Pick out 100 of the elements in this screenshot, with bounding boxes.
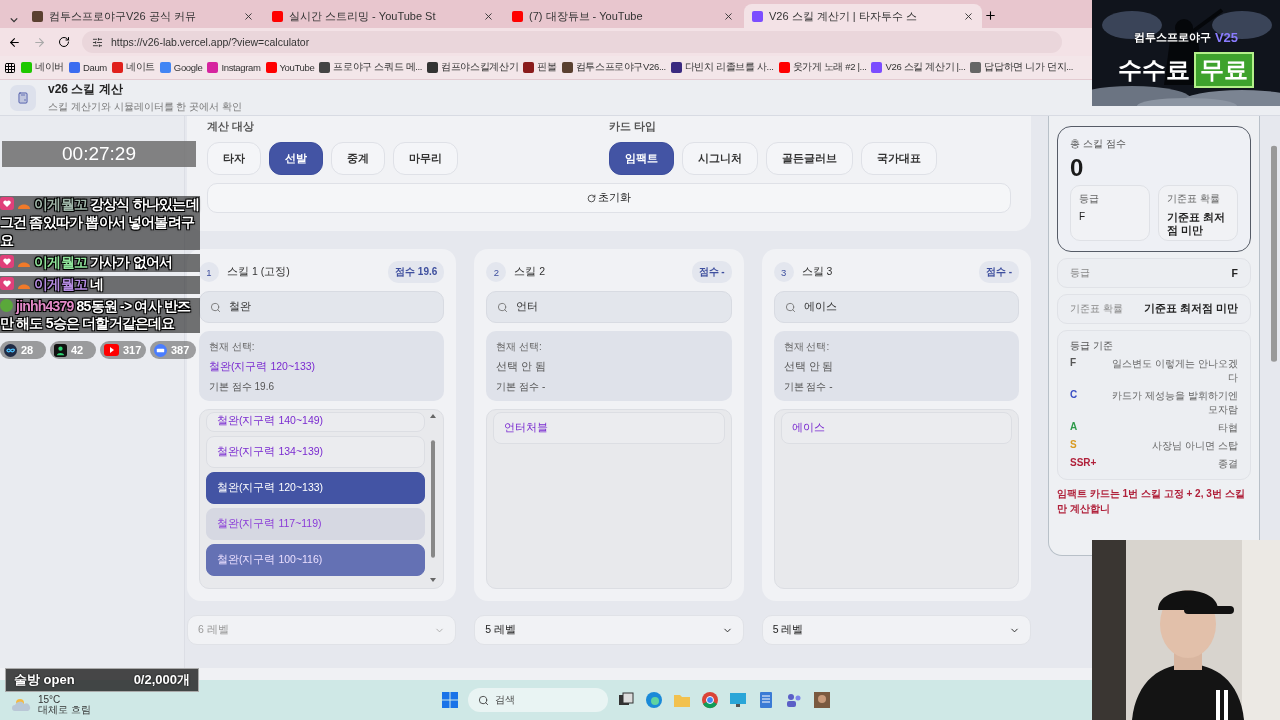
bookmark[interactable]: Instagram bbox=[207, 62, 261, 73]
scrollbar[interactable] bbox=[429, 412, 438, 584]
option-button[interactable]: 골든글러브 bbox=[766, 142, 853, 175]
current-label: 현재 선택: bbox=[496, 340, 543, 354]
start-icon[interactable] bbox=[440, 690, 460, 710]
browser-tab[interactable]: (7) 대장튜브 - YouTube bbox=[504, 4, 742, 28]
bookmark[interactable]: YouTube bbox=[265, 62, 315, 73]
viewer-counter: 317 bbox=[100, 341, 146, 360]
bookmark[interactable]: 컴프야스킬계산기 bbox=[427, 61, 519, 74]
chat-message: 이게뭘꼬 가사가 없어서 bbox=[0, 253, 200, 272]
score-badge: 점수 - bbox=[691, 261, 732, 283]
current-label: 현재 선택: bbox=[209, 340, 256, 354]
bookmark[interactable]: Google bbox=[159, 62, 203, 73]
base-score: 기본 점수 19.6 bbox=[209, 380, 276, 394]
score-badge: 점수 19.6 bbox=[388, 261, 445, 283]
bookmark[interactable]: 핀볼 bbox=[523, 61, 557, 74]
banner-brand: 컴투스프로야구 bbox=[1133, 30, 1211, 45]
reset-button[interactable]: 초기화 bbox=[207, 183, 1011, 213]
stat-value: 기준표 최저점 미만 bbox=[1167, 211, 1226, 237]
option-button[interactable]: 선발 bbox=[269, 142, 323, 175]
grade-description: 카드가 제성능을 발휘하기엔 모자람 bbox=[1111, 389, 1238, 417]
stat-label: 기준표 확률 bbox=[1167, 192, 1221, 206]
back-icon[interactable] bbox=[8, 35, 21, 49]
taskbar-search[interactable]: 검색 bbox=[468, 688, 608, 712]
close-icon[interactable] bbox=[483, 10, 494, 22]
close-icon[interactable] bbox=[963, 10, 974, 22]
site-settings-icon[interactable] bbox=[92, 36, 103, 48]
photo-icon[interactable] bbox=[812, 690, 832, 710]
stat-value: F bbox=[1079, 211, 1087, 223]
base-score: 기본 점수 - bbox=[783, 380, 834, 394]
search-icon bbox=[784, 301, 796, 313]
goal-label: 술방 open bbox=[14, 671, 75, 689]
search-field[interactable]: 철완 bbox=[199, 291, 445, 323]
skill-option[interactable]: 철완(지구력 134~139) bbox=[206, 436, 426, 468]
grade-label: A bbox=[1070, 421, 1078, 434]
search-value: 언터 bbox=[516, 300, 539, 314]
infinity-icon bbox=[4, 343, 17, 357]
search-icon bbox=[210, 301, 221, 313]
banner-badge: 무료 bbox=[1194, 52, 1254, 88]
level-select[interactable]: 5 레벨 bbox=[761, 615, 1031, 645]
chat-icon bbox=[154, 343, 167, 357]
browser-icon[interactable] bbox=[644, 690, 664, 710]
search-field[interactable]: 에이스 bbox=[773, 291, 1019, 323]
skill-title: 스킬 1 (고정) bbox=[227, 265, 291, 279]
option-button[interactable]: 중계 bbox=[331, 142, 385, 175]
bookmark[interactable]: V26 스킬 계산기 |... bbox=[871, 61, 966, 74]
legend-title: 등급 기준 bbox=[1070, 339, 1114, 353]
grade-description: 사장님 아니면 스탑 bbox=[1151, 439, 1238, 453]
bookmark[interactable]: 프로야구 스쿼드 메... bbox=[319, 61, 423, 74]
close-icon[interactable] bbox=[723, 10, 734, 22]
skill-option[interactable]: 철완(지구력 120~133) bbox=[206, 472, 426, 504]
bookmark[interactable]: 컴투스프로야구V26... bbox=[561, 61, 666, 74]
grade-label: F bbox=[1070, 357, 1077, 370]
skill-number: 1 bbox=[199, 262, 219, 282]
grade-description: 타협 bbox=[1217, 421, 1238, 435]
grade-label: SSR+ bbox=[1070, 457, 1097, 470]
bookmark[interactable]: 네이버 bbox=[21, 61, 64, 74]
skill-option[interactable]: 에이스 bbox=[780, 412, 1012, 444]
result-value: F bbox=[1231, 267, 1238, 279]
browser-tab[interactable]: V26 스킬 계산기 | 타자투수 스 bbox=[744, 4, 982, 28]
browser-tab[interactable]: 컴투스프로야구V26 공식 커뮤 bbox=[24, 4, 262, 28]
skill-option[interactable]: 철완(지구력 100~116) bbox=[206, 544, 426, 576]
option-button[interactable]: 마무리 bbox=[393, 142, 458, 175]
bookmark[interactable]: Daum bbox=[68, 62, 107, 73]
close-icon[interactable] bbox=[243, 10, 254, 22]
result-label: 기준표 확률 bbox=[1070, 302, 1123, 316]
result-value: 기준표 최저점 미만 bbox=[1144, 302, 1238, 316]
bookmark[interactable]: 네이트 bbox=[111, 61, 155, 74]
banner-headline: 수수료 bbox=[1118, 55, 1190, 85]
reload-icon[interactable] bbox=[58, 36, 70, 48]
search-icon bbox=[497, 301, 509, 313]
browser-tab[interactable]: 실시간 스트리밍 - YouTube St bbox=[264, 4, 502, 28]
goal-count: 0/2,000개 bbox=[133, 671, 190, 689]
option-button[interactable]: 임팩트 bbox=[609, 142, 674, 175]
score-badge: 점수 - bbox=[978, 261, 1019, 283]
banner-version: V25 bbox=[1214, 30, 1239, 45]
skill-option[interactable]: 철완(지구력 117~119) bbox=[206, 508, 426, 540]
new-tab-icon[interactable] bbox=[984, 9, 997, 22]
address-field[interactable]: https://v26-lab.vercel.app/?view=calculator bbox=[82, 31, 1062, 53]
apps-icon[interactable] bbox=[4, 61, 16, 74]
base-score: 기본 점수 - bbox=[496, 380, 547, 394]
url-text: https://v26-lab.vercel.app/?view=calculator bbox=[111, 36, 310, 48]
bookmark[interactable]: 웃가게 노래 #2 |... bbox=[778, 61, 867, 74]
search-field[interactable]: 언터 bbox=[486, 291, 732, 323]
chat-message: 이게뭘꼬 네 bbox=[0, 275, 200, 294]
group-label: 카드 타입 bbox=[609, 120, 657, 134]
grade-description: 종결 bbox=[1217, 457, 1238, 471]
bookmark[interactable]: 다빈치 리졸브를 사... bbox=[670, 61, 774, 74]
chrome-icon[interactable] bbox=[700, 690, 720, 710]
level-select[interactable]: 5 레벨 bbox=[474, 615, 744, 645]
option-button[interactable]: 국가대표 bbox=[861, 142, 937, 175]
monitor-icon[interactable] bbox=[728, 690, 748, 710]
current-skill-name: 철완(지구력 120~133) bbox=[209, 360, 317, 374]
total-score-value: 0 bbox=[1070, 154, 1085, 182]
option-button[interactable]: 시그니처 bbox=[682, 142, 758, 175]
skill-option[interactable]: 언터처블 bbox=[493, 412, 725, 444]
option-button[interactable]: 타자 bbox=[207, 142, 261, 175]
bookmark[interactable]: 답답하면 니가 던지... bbox=[970, 61, 1074, 74]
skill-option[interactable]: 철완(지구력 140~149) bbox=[206, 412, 426, 432]
stream-timer: 00:27:29 bbox=[2, 141, 196, 167]
